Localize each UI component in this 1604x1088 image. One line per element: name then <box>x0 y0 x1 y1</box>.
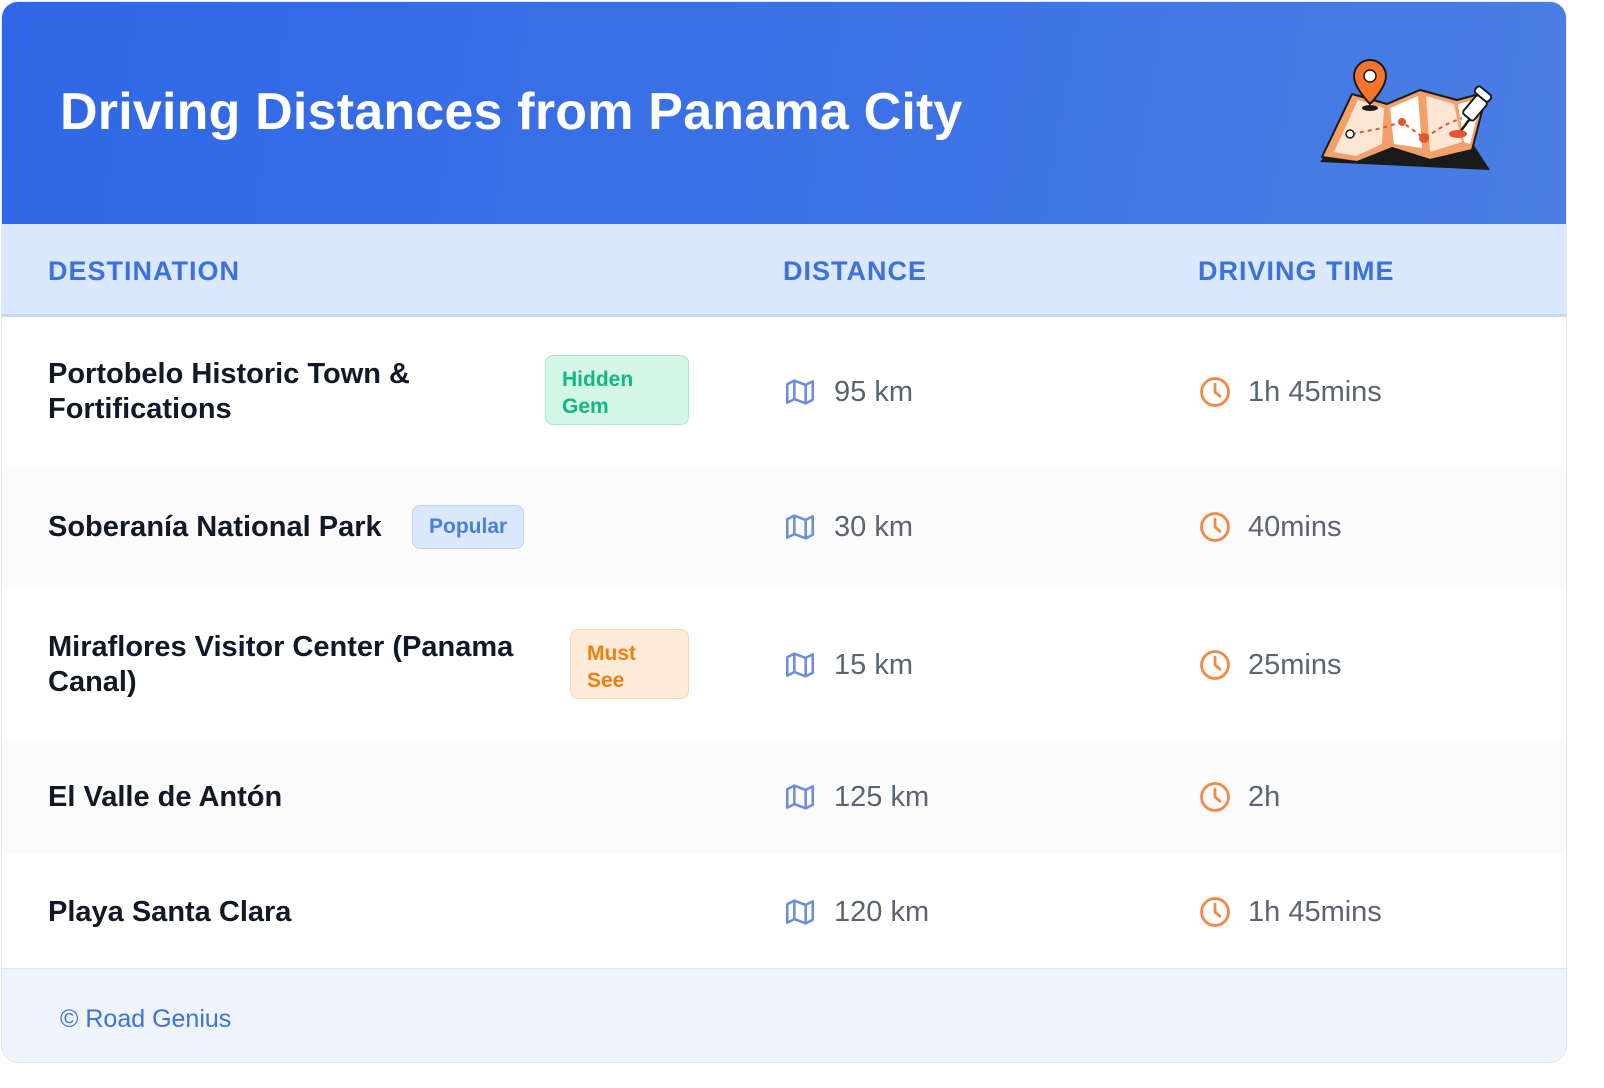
card-header: Driving Distances from Panama City <box>2 2 1566 224</box>
table-row: Soberanía National Park Popular 30 km 40… <box>2 465 1566 590</box>
folded-map-with-pin-icon <box>1320 58 1493 170</box>
clock-icon <box>1200 782 1230 812</box>
popular-badge: Popular <box>412 505 525 549</box>
table-header: DESTINATION DISTANCE DRIVING TIME <box>2 224 1566 317</box>
page-title: Driving Distances from Panama City <box>60 83 963 141</box>
clock-icon <box>1200 512 1230 542</box>
distance-value: 95 km <box>834 376 913 408</box>
destination-name: Playa Santa Clara <box>48 896 292 928</box>
table-row: El Valle de Antón 125 km 2h <box>2 739 1566 855</box>
destination-name: El Valle de Antón <box>48 781 283 813</box>
distance-card: Driving Distances from Panama City DESTI… <box>2 2 1566 1062</box>
clock-icon <box>1200 377 1230 407</box>
driving-time-value: 25mins <box>1248 649 1342 681</box>
driving-time-value: 1h 45mins <box>1248 376 1382 408</box>
clock-icon <box>1200 650 1230 680</box>
map-icon <box>785 379 815 405</box>
map-icon <box>785 784 815 810</box>
destination-name: Portobelo Historic Town & Fortifications <box>48 358 410 425</box>
footer-credit[interactable]: © Road Genius <box>60 1005 231 1034</box>
column-header-driving-time: DRIVING TIME <box>1198 256 1395 286</box>
card-footer: © Road Genius <box>2 968 1566 1062</box>
map-icon <box>785 514 815 540</box>
hidden-gem-badge: Hidden Gem <box>545 355 689 425</box>
table-row: Miraflores Visitor Center (Panama Canal)… <box>2 589 1566 740</box>
table-row: Portobelo Historic Town & Fortifications… <box>2 317 1566 466</box>
clock-icon <box>1200 897 1230 927</box>
map-icon <box>785 899 815 925</box>
distance-value: 125 km <box>834 781 930 813</box>
destination-name: Soberanía National Park <box>48 511 382 543</box>
distance-value: 120 km <box>834 896 930 928</box>
distance-value: 30 km <box>834 511 913 543</box>
must-see-badge: Must See <box>570 629 689 699</box>
driving-time-value: 2h <box>1248 781 1281 813</box>
map-icon <box>785 652 815 678</box>
driving-time-value: 40mins <box>1248 511 1342 543</box>
destination-name: Miraflores Visitor Center (Panama Canal) <box>48 631 514 698</box>
table-row: Playa Santa Clara 120 km 1h 45mins <box>2 854 1566 968</box>
distance-value: 15 km <box>834 649 913 681</box>
driving-time-value: 1h 45mins <box>1248 896 1382 928</box>
column-header-destination: DESTINATION <box>48 256 240 286</box>
column-header-distance: DISTANCE <box>783 256 928 286</box>
